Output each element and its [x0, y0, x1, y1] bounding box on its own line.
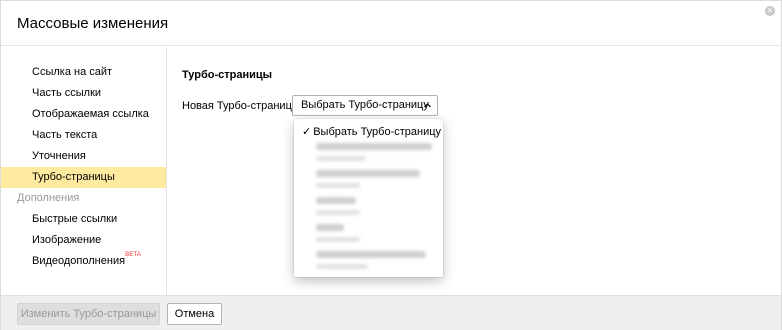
new-turbo-page-label: Новая Турбо-страница: [182, 100, 302, 112]
main-content: Турбо-страницы Новая Турбо-страница: Выб… [168, 47, 781, 295]
dialog-title: Массовые изменения [17, 15, 169, 32]
beta-badge: BETA [125, 252, 142, 258]
chevron-up-icon [424, 103, 431, 108]
blurred-option-subtitle [316, 264, 368, 269]
sidebar-item-label: Видеодополнения [32, 255, 126, 267]
apply-turbo-pages-button[interactable]: Изменить Турбо-страницы [17, 303, 160, 325]
blurred-option-subtitle [316, 237, 360, 242]
blurred-option-title [316, 170, 420, 177]
blurred-option-subtitle [316, 183, 360, 188]
sidebar-item-video-extensions[interactable]: Видеодополнения BETA [1, 251, 166, 272]
cancel-button[interactable]: Отмена [167, 303, 222, 325]
dropdown-option[interactable] [316, 170, 420, 188]
blurred-option-title [316, 224, 344, 231]
blurred-option-title [316, 143, 432, 150]
dialog-footer: Изменить Турбо-страницы Отмена [1, 295, 781, 330]
dropdown-option[interactable] [316, 143, 432, 161]
dropdown-option[interactable] [316, 251, 426, 269]
sidebar-item-callouts[interactable]: Уточнения [1, 146, 166, 167]
sidebar-item-turbo-pages[interactable]: Турбо-страницы [1, 167, 166, 188]
sidebar: Ссылка на сайт Часть ссылки Отображаемая… [1, 47, 167, 295]
sidebar-item-sitelinks[interactable]: Быстрые ссылки [1, 209, 166, 230]
sidebar-group-extensions: Дополнения [17, 192, 80, 204]
select-value: Выбрать Турбо-страницу [301, 99, 429, 111]
dropdown-option[interactable] [316, 224, 360, 242]
sidebar-item-text-part[interactable]: Часть текста [1, 125, 166, 146]
dropdown-option-selected[interactable]: ✓ Выбрать Турбо-страницу [302, 125, 441, 138]
blurred-option-title [316, 251, 426, 258]
option-label: Выбрать Турбо-страницу [313, 126, 442, 138]
sidebar-item-site-link[interactable]: Ссылка на сайт [1, 62, 166, 83]
sidebar-item-link-part[interactable]: Часть ссылки [1, 83, 166, 104]
sidebar-item-display-link[interactable]: Отображаемая ссылка [1, 104, 166, 125]
checkmark-icon: ✓ [302, 126, 312, 138]
blurred-option-title [316, 197, 356, 204]
mass-edit-dialog: Массовые изменения ✕ Ссылка на сайт Част… [0, 0, 782, 330]
sidebar-item-image[interactable]: Изображение [1, 230, 166, 251]
close-icon[interactable]: ✕ [765, 6, 775, 16]
section-title: Турбо-страницы [182, 69, 273, 81]
blurred-option-subtitle [316, 210, 360, 215]
turbo-page-select[interactable]: Выбрать Турбо-страницу [292, 95, 438, 116]
turbo-page-dropdown: ✓ Выбрать Турбо-страницу [294, 119, 443, 277]
dropdown-option[interactable] [316, 197, 360, 215]
blurred-option-subtitle [316, 156, 366, 161]
dialog-header: Массовые изменения ✕ [1, 1, 781, 46]
